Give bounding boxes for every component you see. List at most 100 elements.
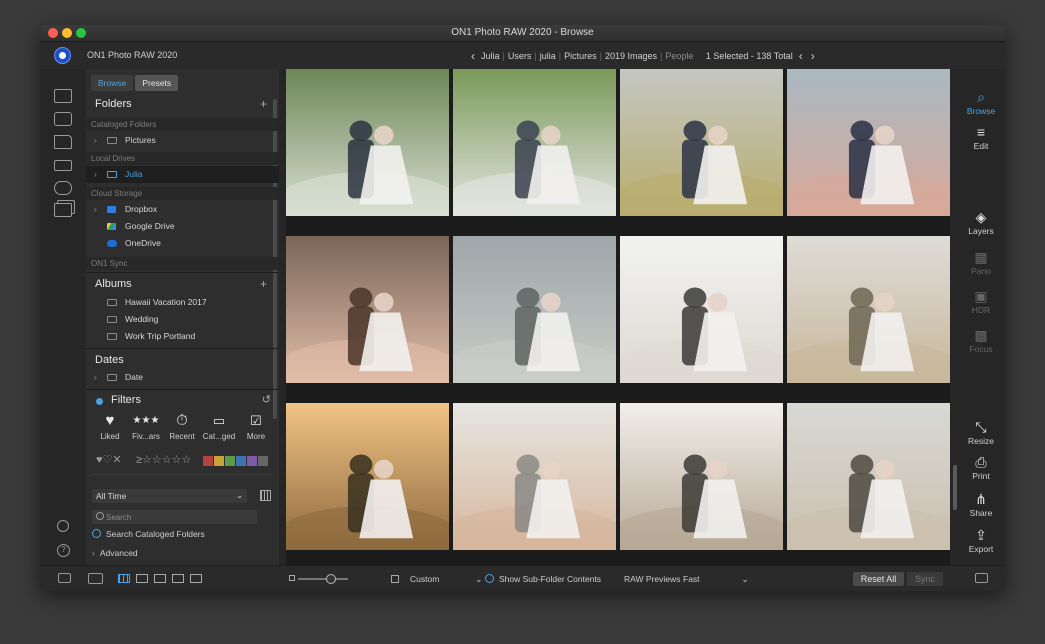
raw-previews-dropdown[interactable]: Fast ⌄ [683,574,749,585]
filmstrip-view-icon[interactable] [154,574,166,583]
photo-thumbnail[interactable] [286,236,449,383]
star-rating-filter[interactable]: ≥☆☆☆☆☆ [136,453,191,466]
color-label-purple[interactable] [247,456,257,466]
toggle-left-panel-icon[interactable] [58,573,71,583]
color-label-yellow[interactable] [214,456,224,466]
next-image-icon[interactable]: › [811,49,815,63]
color-label-blue[interactable] [236,456,246,466]
photo-thumbnail[interactable] [286,403,449,550]
photo-thumbnail[interactable] [620,403,783,550]
filter-more-button[interactable]: ☑ More [236,412,276,441]
photo-thumbnail[interactable] [787,236,950,383]
tab-browse[interactable]: Browse [91,75,134,91]
module-share-button[interactable]: ⋔ Share [957,491,1005,518]
filters-heading: Filters [111,394,141,406]
display-icon[interactable] [54,89,72,103]
photo-thumbnail[interactable] [286,69,449,216]
like-reject-filter-icon[interactable]: ♥♡✕ [96,453,122,466]
album-item[interactable]: Hawaii Vacation 2017 [86,294,279,311]
color-label-red[interactable] [203,456,213,466]
chevron-right-icon[interactable]: › [94,166,97,183]
show-subfolder-option[interactable]: Show Sub-Folder Contents [485,574,601,584]
cloud-item-dropbox[interactable]: › Dropbox [86,201,279,218]
search-cataloged-option[interactable]: Search Cataloged Folders [92,529,205,539]
module-hdr-button[interactable]: ▣ HDR [957,288,1005,315]
module-edit-button[interactable]: ≡ Edit [957,124,1005,151]
slider-handle[interactable] [326,574,336,584]
photo-thumbnail[interactable] [453,236,616,383]
filters-enabled-dot[interactable] [96,398,103,405]
thumbnail-size-slider[interactable] [298,578,348,580]
detail-view-icon[interactable] [136,574,148,583]
photo-thumbnail[interactable] [620,236,783,383]
reset-all-button[interactable]: Reset All [853,572,904,586]
module-focus-button[interactable]: ▩ Focus [957,327,1005,354]
back-arrow-icon[interactable]: ‹ [471,49,475,63]
filter-five-stars-button[interactable]: ★★★ Fiv...ars [126,412,166,441]
breadcrumb-item[interactable]: 2019 Images [605,51,657,61]
compare-view-icon[interactable] [172,574,184,583]
breadcrumb-item[interactable]: Pictures [564,51,597,61]
drive-item-julia[interactable]: › Julia [86,166,279,183]
top-bar: ON1 Photo RAW 2020 ‹ Julia | Users | julia | Pi… [40,42,1005,69]
toggle-right-panel-icon[interactable] [975,573,988,583]
photo-thumbnail[interactable] [620,69,783,216]
module-export-button[interactable]: ⇪ Export [957,527,1005,554]
breadcrumb: ‹ Julia | Users | julia | Pictures | 2019 Images |… [471,49,815,63]
photo-thumbnail[interactable] [453,403,616,550]
albums-icon[interactable] [54,203,72,217]
radio-icon[interactable] [485,574,494,583]
reset-filters-icon[interactable]: ↺ [262,393,271,406]
cloud-icon[interactable] [54,181,72,195]
color-label-none[interactable] [258,456,268,466]
breadcrumb-item[interactable]: Julia [481,51,500,61]
map-view-icon[interactable] [190,574,202,583]
filter-cataloged-button[interactable]: ▭ Cat...ged [199,412,239,441]
color-label-green[interactable] [225,456,235,466]
photo-thumbnail[interactable] [453,69,616,216]
sync-button[interactable]: Sync [907,572,943,586]
camera-icon[interactable] [54,112,72,126]
date-item[interactable]: › Date [86,369,279,386]
rating-filter-bar: ♥♡✕ ≥☆☆☆☆☆ [86,450,279,472]
chevron-right-icon[interactable]: › [94,369,97,386]
photo-thumbnail[interactable] [787,69,950,216]
album-icon [107,316,117,323]
filter-recent-button[interactable]: ⏱ Recent [162,412,202,441]
album-item[interactable]: Work Trip Portland [86,328,279,345]
album-item[interactable]: Wedding [86,311,279,328]
grid-view-icon[interactable] [118,574,130,583]
folder-item-pictures[interactable]: › Pictures [86,132,279,149]
checkbox-icon[interactable] [391,575,399,583]
module-layers-button[interactable]: ◈ Layers [957,209,1005,236]
radio-icon[interactable] [92,529,101,538]
drive-icon[interactable] [54,160,72,171]
folder-icon[interactable] [54,135,72,149]
help-icon[interactable]: ? [57,544,70,557]
add-folder-icon[interactable]: + [260,97,267,111]
chevron-right-icon[interactable]: › [94,132,97,149]
search-input[interactable] [106,510,251,524]
calendar-icon[interactable] [260,490,271,501]
custom-sort-control[interactable]: Custom ⌄ [391,574,482,585]
breadcrumb-item[interactable]: Users [508,51,532,61]
chevron-right-icon[interactable]: › [94,201,97,218]
advanced-toggle[interactable]: › Advanced [92,548,138,558]
time-range-dropdown[interactable]: All Time ⌄ [92,489,247,503]
previous-image-icon[interactable]: ‹ [799,49,803,63]
breadcrumb-item-current[interactable]: People [665,51,693,61]
tab-presets[interactable]: Presets [135,75,179,91]
add-album-icon[interactable]: + [260,277,267,291]
module-print-button[interactable]: ⎙ Print [957,454,1005,481]
search-box[interactable] [92,510,257,524]
module-browse-button[interactable]: ⌕ Browse [957,89,1005,116]
secondary-display-icon[interactable] [88,573,103,584]
people-icon[interactable] [57,520,69,532]
photo-thumbnail[interactable] [787,403,950,550]
module-pano-button[interactable]: ▦ Pano [957,249,1005,276]
module-resize-button[interactable]: ⤡ Resize [957,419,1005,446]
cloud-item-google-drive[interactable]: Google Drive [86,218,279,235]
cloud-item-onedrive[interactable]: OneDrive [86,235,279,252]
filter-liked-button[interactable]: ♥ Liked [90,412,130,441]
breadcrumb-item[interactable]: julia [540,51,556,61]
